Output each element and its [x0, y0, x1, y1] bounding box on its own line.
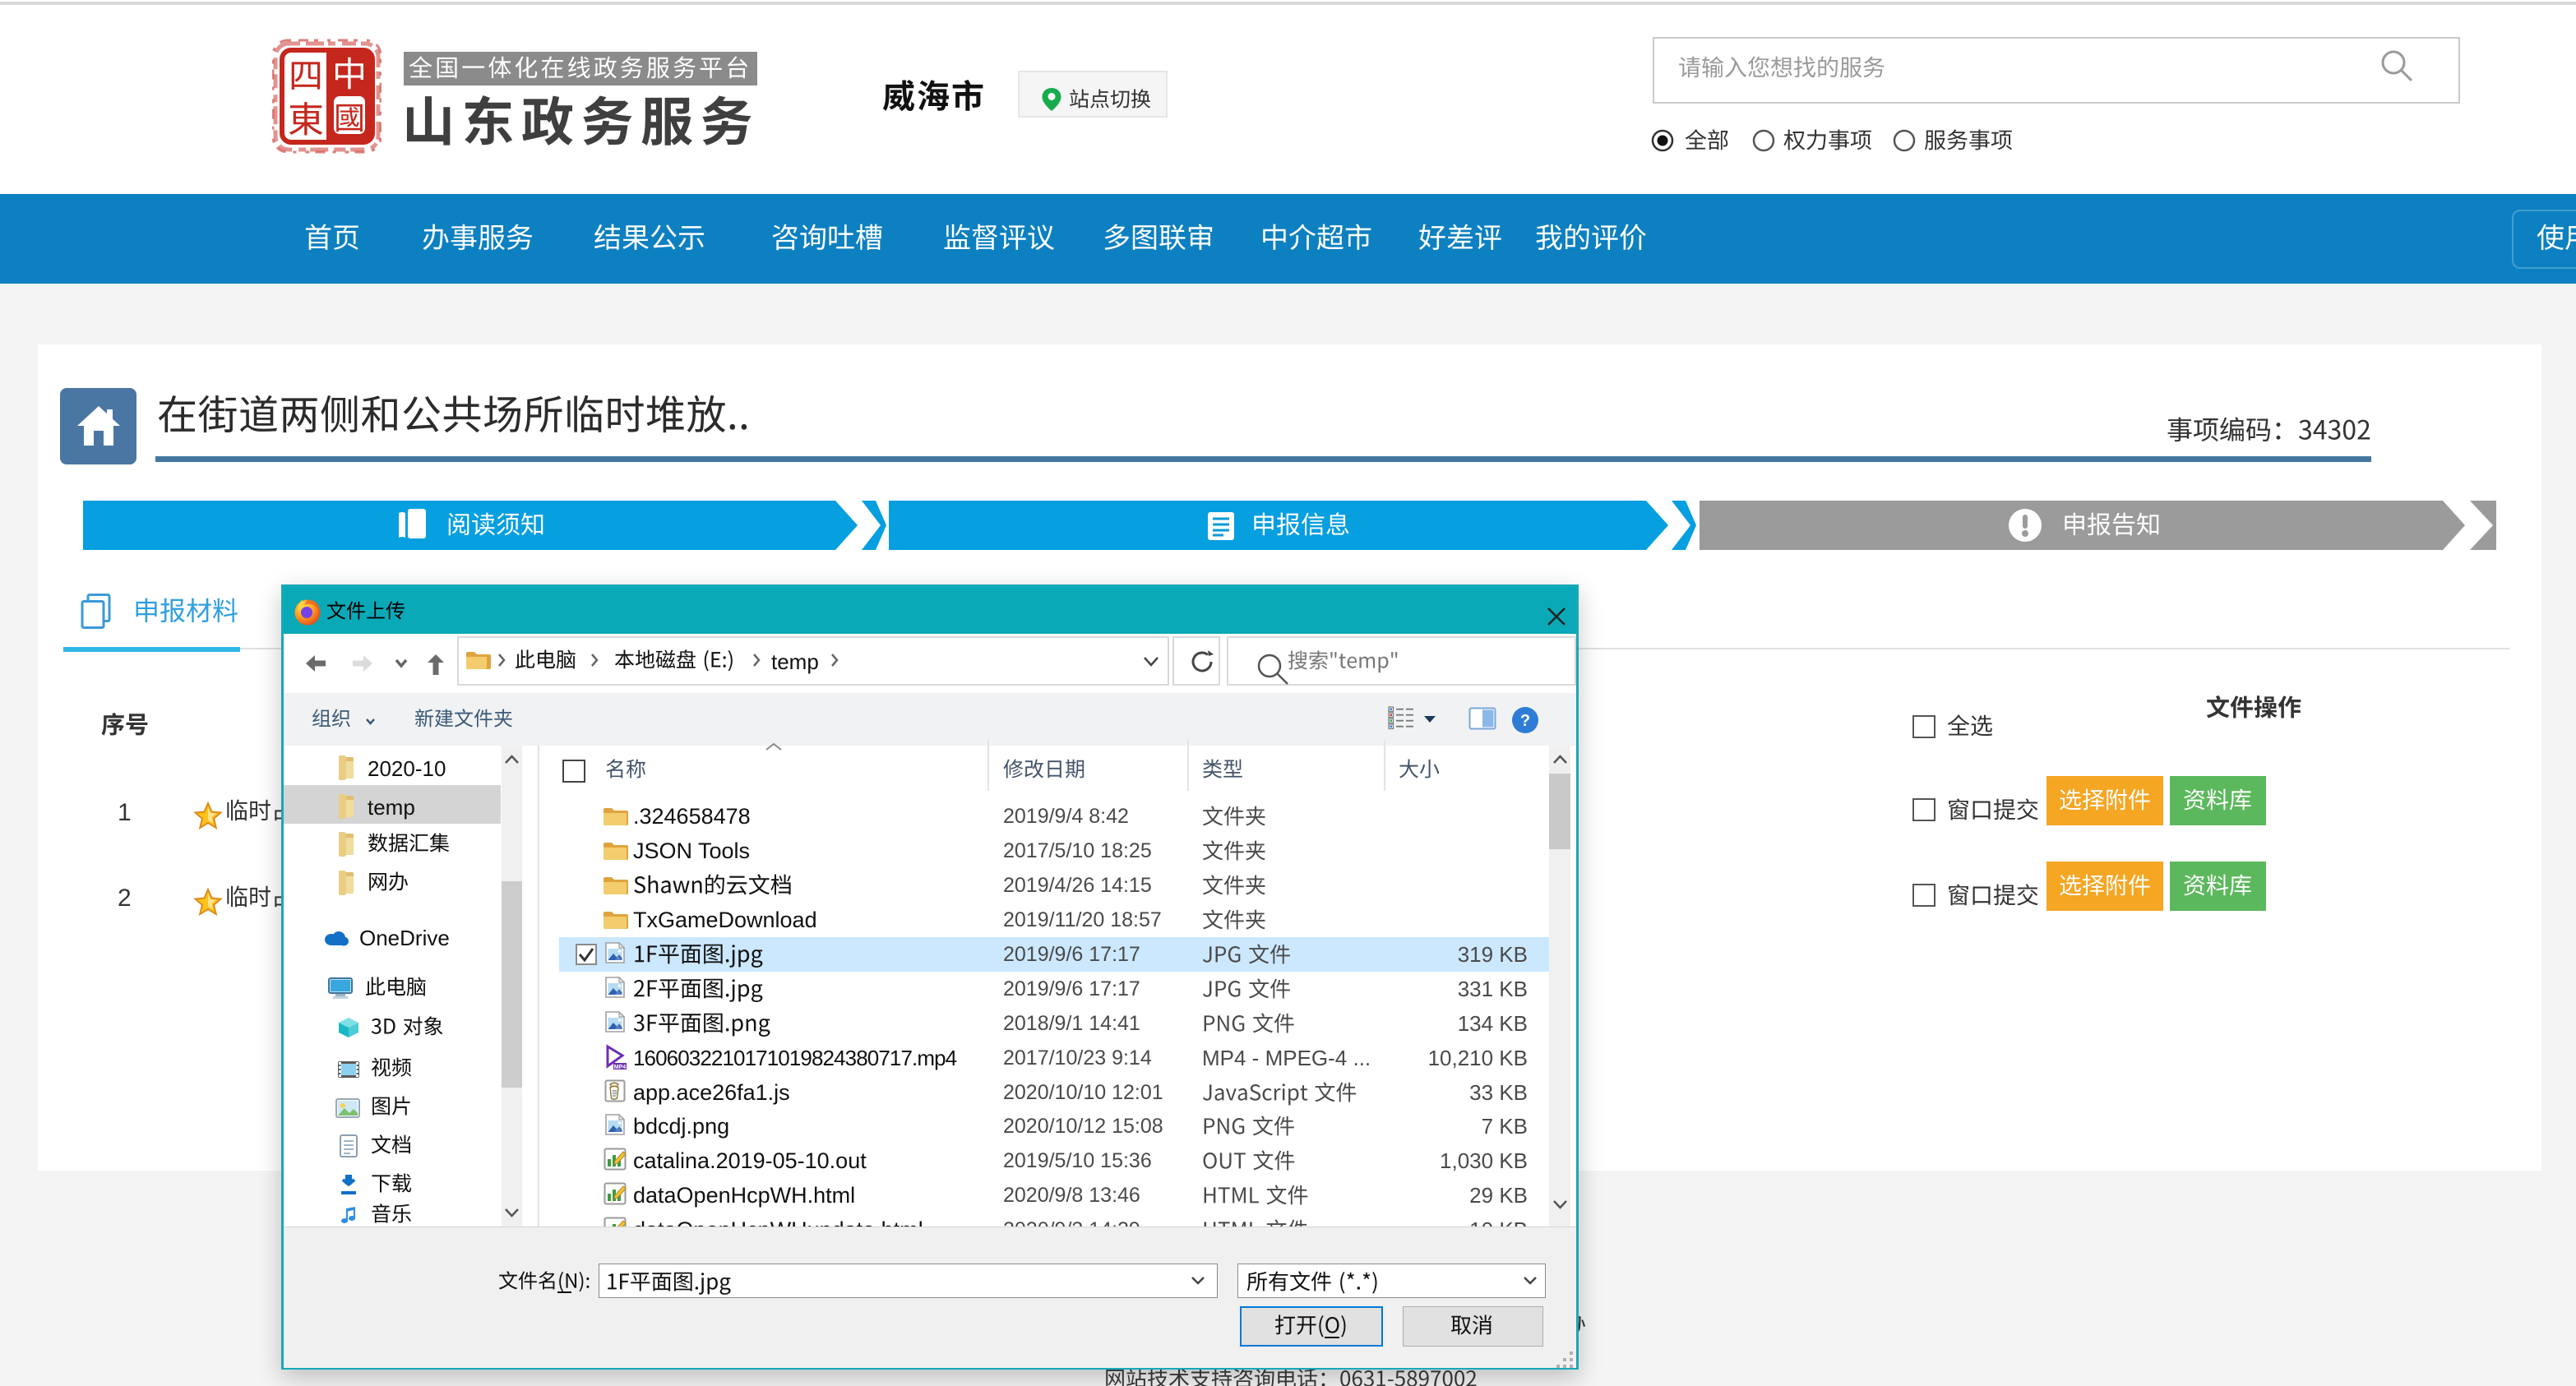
svg-text:MP4: MP4	[614, 1065, 627, 1070]
svg-text:?: ?	[1520, 712, 1530, 730]
